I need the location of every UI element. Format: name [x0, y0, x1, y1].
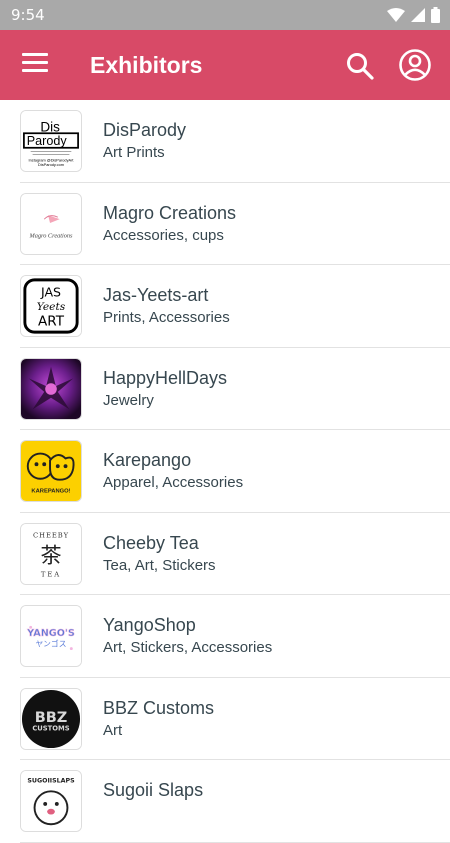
exhibitor-categories: Accessories, cups [103, 226, 224, 244]
svg-text:YANGO'S: YANGO'S [26, 628, 75, 639]
exhibitor-logo [20, 357, 82, 420]
exhibitor-name: BBZ Customs [103, 697, 215, 718]
status-icons [387, 7, 440, 23]
page-title: Exhibitors [90, 52, 203, 78]
exhibitor-logo: Magro Creations [20, 192, 82, 255]
exhibitor-categories: Apparel, Accessories [103, 474, 244, 491]
svg-text:CHEEBY: CHEEBY [33, 531, 69, 539]
svg-text:Magro Creations: Magro Creations [29, 232, 74, 239]
list-item[interactable]: JAS Yeets ART Jas-Yeets-art Prints, Acce… [0, 265, 450, 348]
exhibitor-name: YangoShop [103, 615, 196, 635]
list-item[interactable]: CHEEBY 茶 TEA Cheeby Tea Tea, Art, Sticke… [0, 513, 450, 596]
exhibitor-name: DisParody [103, 120, 187, 140]
exhibitor-categories: Art Prints [103, 144, 165, 161]
svg-text:KAREPANGO!: KAREPANGO! [31, 488, 70, 494]
exhibitor-categories: Art [103, 721, 123, 739]
account-button[interactable] [398, 48, 432, 82]
list-item[interactable]: HappyHellDays Jewelry [0, 348, 450, 431]
menu-icon [22, 53, 48, 56]
battery-icon [431, 7, 440, 23]
list-item[interactable]: KAREPANGO! Karepango Apparel, Accessorie… [0, 430, 450, 513]
exhibitor-name: Cheeby Tea [103, 532, 199, 553]
svg-text:茶: 茶 [40, 543, 61, 568]
list-item[interactable]: SUGOIISLAPS Sugoii Slaps [0, 760, 450, 843]
account-icon [399, 49, 431, 81]
exhibitor-name: Sugoii Slaps [103, 780, 204, 800]
search-icon [347, 53, 374, 80]
signal-icon [411, 8, 425, 22]
menu-button[interactable] [22, 53, 48, 77]
exhibitor-categories: Tea, Art, Stickers [103, 556, 216, 574]
app-bar: Exhibitors [0, 30, 450, 100]
exhibitor-logo: YANGO'S ヤンゴス [20, 605, 82, 667]
svg-text:DisParody.com: DisParody.com [38, 162, 64, 167]
exhibitor-categories: Prints, Accessories [103, 309, 230, 326]
exhibitor-name: Karepango [103, 450, 192, 470]
exhibitor-logo: SUGOIISLAPS [20, 770, 82, 832]
list-item[interactable]: Dis Parody Instagram @DisParodyArt DisPa… [0, 100, 450, 183]
status-bar: 9:54 [0, 0, 450, 30]
exhibitor-logo: KAREPANGO! [20, 440, 82, 502]
status-time: 9:54 [11, 6, 45, 24]
svg-text:SUGOIISLAPS: SUGOIISLAPS [27, 778, 75, 785]
exhibitor-name: HappyHellDays [103, 367, 228, 388]
exhibitor-logo: JAS Yeets ART [20, 275, 82, 337]
search-button[interactable] [344, 50, 376, 82]
svg-text:TEA: TEA [41, 570, 61, 578]
exhibitor-logo: BBZ CUSTOMS [20, 687, 82, 750]
exhibitor-list: Dis Parody Instagram @DisParodyArt DisPa… [0, 100, 450, 843]
svg-text:ヤンゴス: ヤンゴス [35, 639, 66, 649]
list-item[interactable]: BBZ CUSTOMS BBZ Customs Art [0, 678, 450, 761]
exhibitor-categories: Jewelry [103, 391, 154, 409]
exhibitor-name: Jas-Yeets-art [103, 285, 209, 305]
list-item[interactable]: YANGO'S ヤンゴス YangoShop Art, Stickers, Ac… [0, 595, 450, 678]
exhibitor-categories: Art, Stickers, Accessories [103, 639, 273, 656]
exhibitor-logo: Dis Parody Instagram @DisParodyArt DisPa… [20, 110, 82, 172]
exhibitor-name: Magro Creations [103, 202, 237, 223]
svg-text:Yeets: Yeets [37, 300, 66, 313]
exhibitor-logo: CHEEBY 茶 TEA [20, 522, 82, 585]
svg-text:Dis: Dis [40, 119, 60, 134]
svg-text:Parody: Parody [27, 134, 68, 148]
svg-text:BBZ: BBZ [35, 709, 68, 725]
list-item[interactable]: Magro Creations Magro Creations Accessor… [0, 183, 450, 266]
svg-text:ART: ART [38, 313, 65, 329]
wifi-icon [387, 8, 405, 22]
svg-text:JAS: JAS [40, 284, 61, 299]
svg-text:CUSTOMS: CUSTOMS [32, 724, 69, 732]
